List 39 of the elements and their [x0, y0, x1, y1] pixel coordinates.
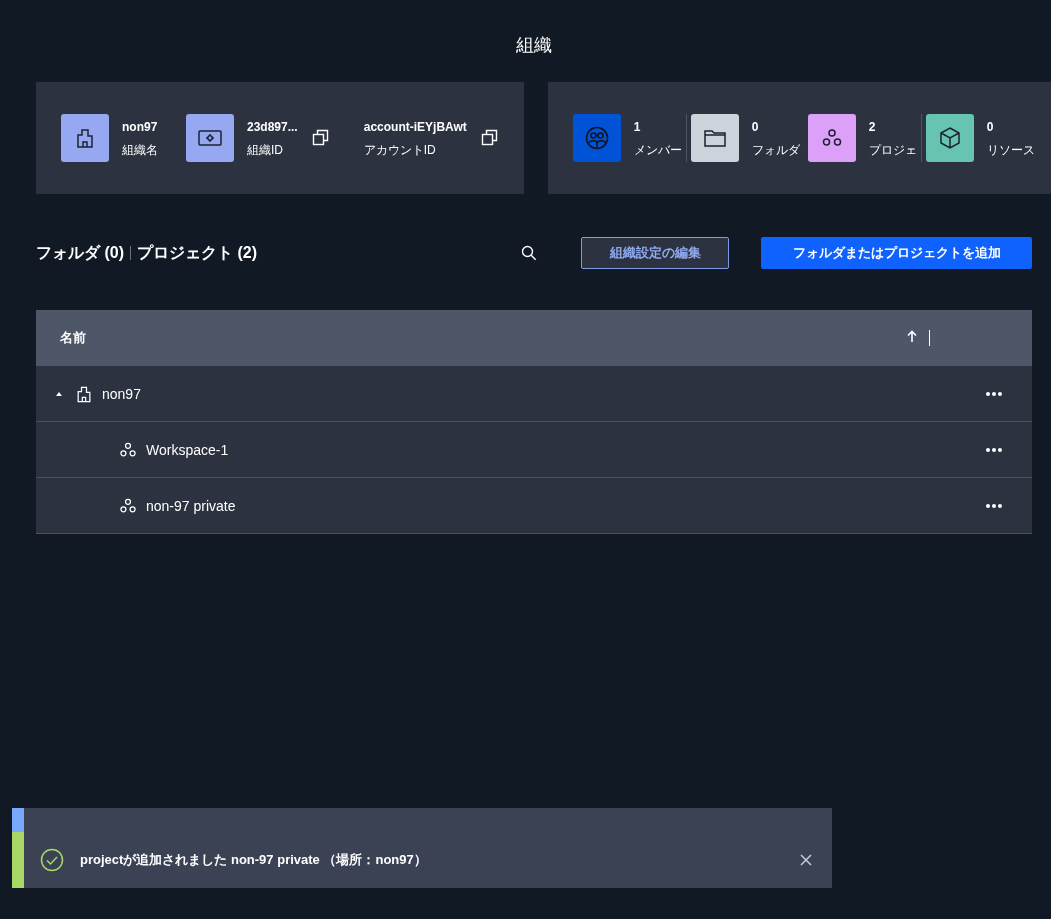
- row-name: non97: [102, 385, 142, 402]
- stat-value: 1: [633, 119, 642, 134]
- checkmark-circle-icon: [40, 848, 64, 872]
- page-title: 組織: [516, 35, 552, 55]
- tree-row[interactable]: non-97 private: [36, 478, 1032, 534]
- section-heading: フォルダ (0): [36, 242, 124, 263]
- overflow-menu-icon[interactable]: [986, 503, 1002, 508]
- search-icon[interactable]: [521, 245, 537, 261]
- stat-value: 2: [868, 119, 877, 134]
- stat-value: non97: [122, 119, 158, 134]
- notification-message: projectが追加されました non-97 private （場所：non97）: [80, 851, 428, 869]
- overflow-menu-icon[interactable]: [986, 447, 1002, 452]
- stat-label: プロジェ: [868, 142, 917, 157]
- tree-row[interactable]: non97: [36, 366, 1032, 422]
- row-name: non-97 private: [146, 497, 237, 514]
- close-icon[interactable]: [800, 854, 812, 866]
- stat-label: アカウントID: [363, 142, 437, 157]
- stat-value: 0: [751, 119, 760, 134]
- edit-settings-button[interactable]: 組織設定の編集: [581, 237, 729, 269]
- caret-icon[interactable]: [56, 391, 62, 396]
- add-button[interactable]: フォルダまたはプロジェクトを追加: [761, 237, 1032, 269]
- stat-label: リソース: [986, 142, 1035, 157]
- copy-icon[interactable]: [480, 129, 499, 147]
- stat-label: フォルダ: [751, 142, 800, 157]
- stat-label: 組織名: [122, 142, 158, 157]
- row-name: Workspace-1: [146, 441, 230, 458]
- sort-arrow-icon[interactable]: [907, 330, 917, 342]
- cube-icon: [937, 126, 962, 150]
- group-icon: [583, 125, 610, 151]
- stat-value: 23d897...: [247, 119, 298, 134]
- stat-value: 0: [986, 119, 995, 134]
- stat-label: メンバー: [633, 142, 682, 157]
- column-header[interactable]: 名前: [60, 329, 907, 347]
- tree-row[interactable]: Workspace-1: [36, 422, 1032, 478]
- overflow-menu-icon[interactable]: [986, 391, 1002, 396]
- stat-label: 組織ID: [247, 142, 284, 157]
- section-heading: プロジェクト (2): [137, 242, 257, 263]
- copy-icon[interactable]: [311, 129, 330, 147]
- stat-value: account-iEYjBAwt: [363, 119, 467, 134]
